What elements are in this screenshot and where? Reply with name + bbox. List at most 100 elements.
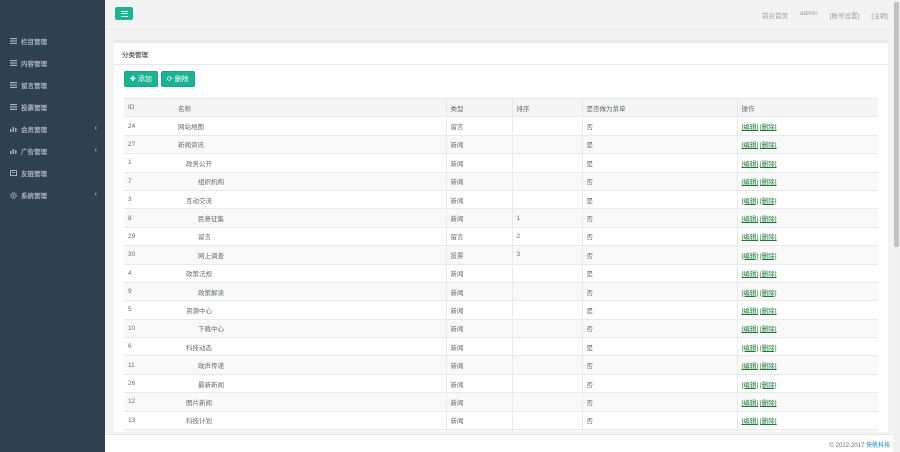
edit-link[interactable]: [编辑]: [742, 198, 759, 205]
delete-link[interactable]: [删除]: [760, 234, 777, 241]
hamburger-icon: [120, 10, 128, 12]
delete-link[interactable]: [删除]: [760, 179, 777, 186]
delete-link[interactable]: [删除]: [760, 271, 777, 278]
delete-link[interactable]: [删除]: [760, 326, 777, 333]
cell-is-menu: 否: [581, 355, 737, 375]
edit-link[interactable]: [编辑]: [742, 161, 759, 168]
copyright-text: © 2012-2017 快帆科技: [829, 443, 890, 449]
category-name: 网站地图: [178, 124, 204, 132]
cell-id: 13: [124, 410, 174, 430]
delete-link[interactable]: [删除]: [760, 308, 777, 315]
edit-link[interactable]: [编辑]: [742, 363, 759, 370]
cell-actions: [编辑] [删除]: [736, 429, 878, 432]
cell-sort: [511, 337, 582, 356]
category-name: 留言: [198, 234, 211, 242]
cell-name: 政策解读: [174, 281, 446, 301]
delete-link[interactable]: [删除]: [760, 382, 777, 389]
cell-is-menu: 是: [581, 300, 737, 320]
cell-name: 政声传递: [174, 355, 446, 375]
sidebar-nav: 栏目管理 内容管理 留言管理 投票管理 会员管理 ‹ 广告管理 ‹ 友链管理系统管理 ‹: [0, 30, 105, 206]
edit-link[interactable]: [编辑]: [742, 142, 759, 149]
delete-link[interactable]: [删除]: [760, 253, 777, 260]
cell-id: 14: [124, 429, 174, 432]
delete-link[interactable]: [删除]: [760, 345, 777, 352]
top-navbar: 前台首页 admin [账号设置] [注销]: [105, 0, 900, 30]
add-button-label: 添加: [137, 76, 152, 83]
delete-link[interactable]: [删除]: [760, 216, 777, 223]
sidebar-item-0[interactable]: 栏目管理: [0, 30, 105, 52]
cell-name: 资源中心: [174, 300, 446, 320]
sidebar-item-7[interactable]: 系统管理 ‹: [0, 184, 105, 206]
delete-link[interactable]: [删除]: [760, 124, 777, 131]
cell-type: 投票: [445, 245, 512, 265]
category-name: 图片新闻: [186, 399, 212, 407]
edit-link[interactable]: [编辑]: [742, 253, 759, 260]
scrollbar-thumb[interactable]: [894, 2, 899, 247]
delete-link[interactable]: [删除]: [760, 142, 777, 149]
cell-is-menu: 是: [581, 134, 737, 154]
table-row: 8 民意征集 新闻 1 否 [编辑] [删除]: [124, 208, 878, 228]
sidebar-item-label: 会员管理: [21, 127, 47, 134]
edit-link[interactable]: [编辑]: [742, 345, 759, 352]
logout-link[interactable]: [注销]: [871, 10, 888, 20]
edit-link[interactable]: [编辑]: [742, 234, 759, 241]
cell-is-menu: 否: [581, 429, 737, 432]
add-button[interactable]: ✚ 添加: [124, 71, 158, 87]
table-row: 14科技服务与管理新闻 否[编辑] [删除]: [124, 429, 878, 432]
cell-sort: [511, 263, 582, 283]
delete-link[interactable]: [删除]: [760, 400, 777, 407]
menu-toggle-button[interactable]: [115, 7, 133, 20]
table-row: 24 网站地图 留言否 [编辑] [删除]: [124, 116, 878, 136]
delete-button[interactable]: ⟳ 删除: [160, 71, 195, 87]
table-row: 12 图片新闻 新闻否 [编辑] [删除]: [124, 392, 878, 412]
delete-link[interactable]: [删除]: [760, 363, 777, 370]
cell-is-menu: 是: [581, 189, 737, 209]
cell-name: 网上调查: [174, 245, 446, 265]
edit-link[interactable]: [编辑]: [742, 216, 759, 223]
edit-link[interactable]: [编辑]: [742, 418, 759, 425]
cell-id: 30: [124, 245, 174, 265]
table-row: 29 留言 留言 2 否 [编辑] [删除]: [124, 226, 878, 246]
account-settings-link[interactable]: [账号设置]: [830, 10, 860, 20]
cell-id: 6: [124, 337, 174, 356]
cell-name: 网站地图: [174, 116, 446, 136]
sidebar-item-4[interactable]: 会员管理 ‹: [0, 118, 105, 140]
edit-link[interactable]: [编辑]: [742, 382, 759, 389]
delete-link[interactable]: [删除]: [760, 198, 777, 205]
category-name: 政务公开: [186, 160, 212, 168]
header-is-menu: 是否做为菜单: [581, 97, 737, 118]
edit-link[interactable]: [编辑]: [742, 179, 759, 186]
sidebar-item-2[interactable]: 留言管理: [0, 74, 105, 96]
category-name: 政策解读: [198, 289, 224, 297]
cell-actions: [编辑] [删除]: [736, 171, 878, 191]
delete-link[interactable]: [删除]: [760, 418, 777, 425]
sidebar-item-6[interactable]: 友链管理: [0, 162, 105, 184]
cell-sort: 2: [511, 226, 582, 246]
edit-link[interactable]: [编辑]: [742, 124, 759, 131]
cell-sort: [511, 171, 582, 191]
edit-link[interactable]: [编辑]: [742, 271, 759, 278]
cell-type: 新闻: [445, 171, 512, 191]
delete-link[interactable]: [删除]: [760, 290, 777, 297]
sidebar-item-1[interactable]: 内容管理: [0, 52, 105, 74]
frontend-home-link[interactable]: 前台首页: [762, 10, 788, 20]
delete-link[interactable]: [删除]: [760, 161, 777, 168]
edit-link[interactable]: [编辑]: [742, 290, 759, 297]
table-row: 26 最新新闻 新闻否 [编辑] [删除]: [124, 373, 878, 393]
sidebar-header: [0, 0, 105, 30]
edit-link[interactable]: [编辑]: [742, 400, 759, 407]
gear-icon: [10, 191, 17, 199]
cell-id: 7: [124, 171, 174, 191]
sidebar-item-5[interactable]: 广告管理 ‹: [0, 140, 105, 162]
category-panel: 分类管理 ✚ 添加 ⟳ 删除 ID 名称 类型 排序 是否做为菜单 操作 24 网…: [114, 40, 888, 432]
sidebar-item-3[interactable]: 投票管理: [0, 96, 105, 118]
page-scrollbar[interactable]: [893, 0, 900, 452]
company-link[interactable]: 快帆科技: [866, 443, 890, 449]
username-link[interactable]: admin: [800, 10, 818, 20]
cell-type: 新闻: [445, 189, 512, 209]
delete-button-label: 删除: [174, 76, 189, 83]
sidebar-item-label: 友链管理: [21, 171, 47, 178]
cell-type: 新闻: [445, 337, 512, 356]
edit-link[interactable]: [编辑]: [742, 308, 759, 315]
edit-link[interactable]: [编辑]: [742, 326, 759, 333]
